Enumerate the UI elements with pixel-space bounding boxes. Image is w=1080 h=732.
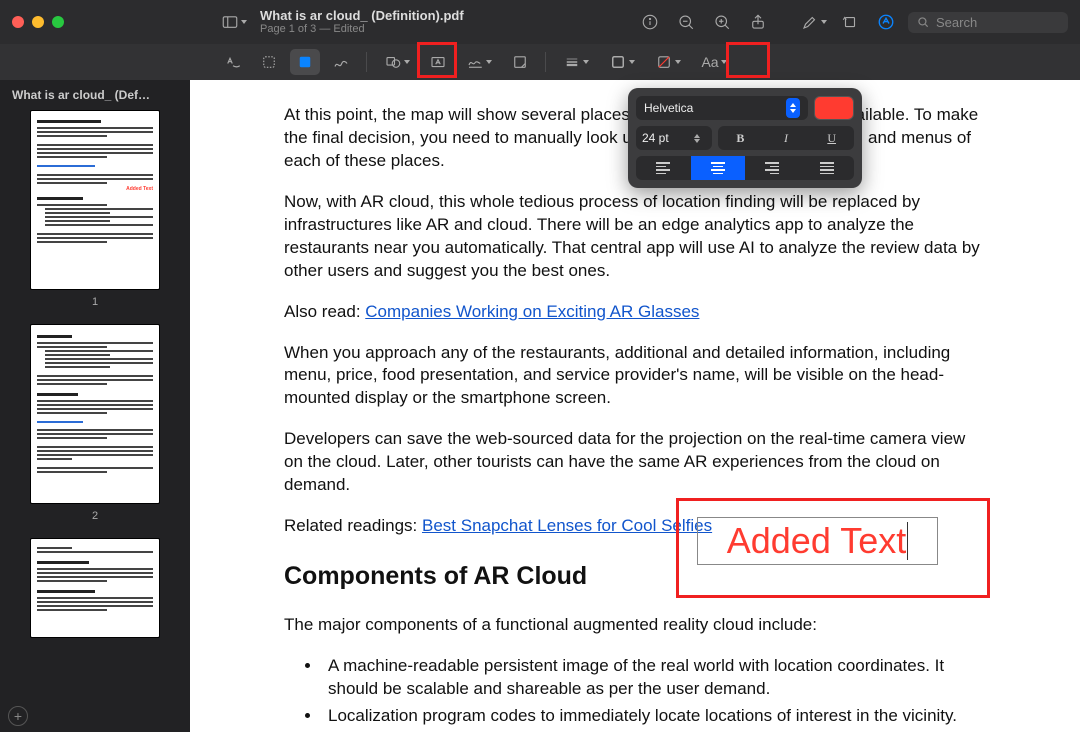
shapes-tool-icon[interactable] bbox=[377, 49, 417, 75]
border-style-icon[interactable] bbox=[556, 49, 596, 75]
align-justify-button[interactable] bbox=[800, 156, 854, 180]
paragraph: Also read: Companies Working on Exciting… bbox=[284, 301, 986, 324]
paragraph: Developers can save the web-sourced data… bbox=[284, 428, 986, 497]
sign-tool-icon[interactable] bbox=[459, 49, 499, 75]
annotation-highlight-text-style bbox=[726, 42, 770, 78]
underline-button[interactable]: U bbox=[809, 126, 854, 150]
titlebar: What is ar cloud_ (Definition).pdf Page … bbox=[0, 0, 1080, 44]
search-field[interactable]: Search bbox=[908, 12, 1068, 33]
page-number-1: 1 bbox=[12, 296, 178, 308]
main-area: What is ar cloud_ (Def… Added Text bbox=[0, 80, 1080, 732]
font-size-value: 24 pt bbox=[642, 131, 669, 145]
zoom-in-icon[interactable] bbox=[708, 8, 736, 36]
page-thumbnail-3[interactable] bbox=[12, 538, 178, 638]
also-read-link[interactable]: Companies Working on Exciting AR Glasses bbox=[365, 302, 699, 321]
font-size-stepper[interactable]: 24 pt bbox=[636, 126, 712, 150]
page-number-2: 2 bbox=[12, 510, 178, 522]
rotate-icon[interactable] bbox=[836, 8, 864, 36]
also-read-label: Also read: bbox=[284, 302, 365, 321]
close-window[interactable] bbox=[12, 16, 24, 28]
window-title-group: What is ar cloud_ (Definition).pdf Page … bbox=[260, 8, 464, 37]
sidebar-title: What is ar cloud_ (Def… bbox=[12, 88, 178, 102]
align-center-button[interactable] bbox=[691, 156, 745, 180]
draw-tool-icon[interactable] bbox=[326, 49, 356, 75]
font-family-value: Helvetica bbox=[644, 101, 693, 115]
list-item: A machine-readable persistent image of t… bbox=[322, 655, 986, 701]
text-style-popover: Helvetica 24 pt B I U bbox=[628, 88, 862, 188]
fill-color-icon[interactable] bbox=[648, 49, 688, 75]
border-color-icon[interactable] bbox=[602, 49, 642, 75]
redact-tool-icon[interactable] bbox=[290, 49, 320, 75]
highlight-icon[interactable] bbox=[800, 8, 828, 36]
zoom-out-icon[interactable] bbox=[672, 8, 700, 36]
list-item: Localization program codes to immediatel… bbox=[322, 705, 986, 728]
markup-toolbar: Aa bbox=[0, 44, 1080, 80]
align-right-button[interactable] bbox=[746, 156, 800, 180]
paragraph: The major components of a functional aug… bbox=[284, 614, 986, 637]
text-style-label: Aa bbox=[701, 54, 718, 70]
related-label: Related readings: bbox=[284, 516, 422, 535]
font-select-arrows bbox=[786, 98, 800, 118]
sidebar-toggle-icon[interactable] bbox=[220, 8, 248, 36]
sketch-tool-icon[interactable] bbox=[218, 49, 248, 75]
component-list: A machine-readable persistent image of t… bbox=[322, 655, 986, 732]
paragraph: Now, with AR cloud, this whole tedious p… bbox=[284, 191, 986, 283]
align-left-button[interactable] bbox=[636, 156, 690, 180]
related-link[interactable]: Best Snapchat Lenses for Cool Selfies bbox=[422, 516, 712, 535]
annotation-highlight-added-text bbox=[676, 498, 990, 598]
add-page-button[interactable]: + bbox=[8, 706, 28, 726]
window-title: What is ar cloud_ (Definition).pdf bbox=[260, 8, 464, 24]
search-icon bbox=[916, 15, 930, 29]
window-subtitle: Page 1 of 3 — Edited bbox=[260, 23, 464, 36]
page-thumbnail-2[interactable]: 2 bbox=[12, 324, 178, 522]
bold-button[interactable]: B bbox=[718, 126, 763, 150]
note-tool-icon[interactable] bbox=[505, 49, 535, 75]
text-color-swatch[interactable] bbox=[814, 96, 854, 120]
markup-toggle-icon[interactable] bbox=[872, 8, 900, 36]
share-icon[interactable] bbox=[744, 8, 772, 36]
italic-button[interactable]: I bbox=[764, 126, 809, 150]
select-tool-icon[interactable] bbox=[254, 49, 284, 75]
search-placeholder: Search bbox=[936, 15, 977, 30]
zoom-window[interactable] bbox=[52, 16, 64, 28]
font-family-select[interactable]: Helvetica bbox=[636, 96, 808, 120]
page-thumbnail-1[interactable]: Added Text 1 bbox=[12, 110, 178, 308]
minimize-window[interactable] bbox=[32, 16, 44, 28]
paragraph: When you approach any of the restaurants… bbox=[284, 342, 986, 411]
window-traffic-lights bbox=[12, 16, 64, 28]
thumbnail-sidebar: What is ar cloud_ (Def… Added Text bbox=[0, 80, 190, 732]
annotation-highlight-text-tool bbox=[417, 42, 457, 78]
info-icon[interactable] bbox=[636, 8, 664, 36]
